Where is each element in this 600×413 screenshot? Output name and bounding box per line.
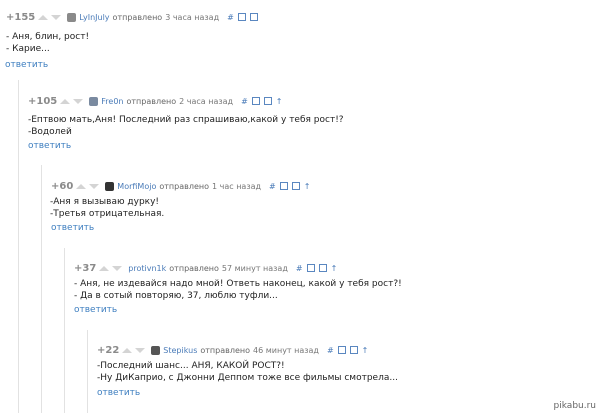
upvote-arrow-icon[interactable] (60, 98, 71, 104)
comment-line: - Карие... (6, 44, 50, 54)
comment-body: -Последний шанс... АНЯ, КАКОЙ РОСТ?! -Ну… (97, 360, 398, 384)
downvote-arrow-icon[interactable] (73, 98, 84, 104)
downvote-arrow-icon[interactable] (135, 347, 146, 353)
comment-body: -Ептвою мать,Аня! Последний раз спрашива… (28, 114, 344, 138)
upvote-arrow-icon[interactable] (76, 183, 87, 189)
comment-1: +155 LyInJuly отправлено 3 часа назад # … (0, 10, 600, 70)
parent-arrow-icon[interactable]: ↑ (304, 182, 311, 191)
comment-time: 57 минут назад (221, 263, 288, 273)
parent-arrow-icon[interactable]: ↑ (331, 264, 338, 273)
sent-label: отправлено (126, 96, 177, 106)
comment-rating: +105 (28, 95, 58, 107)
comment-line: -Последний шанс... АНЯ, КАКОЙ РОСТ?! (97, 361, 285, 371)
save-icon[interactable] (318, 264, 327, 272)
comment-time: 3 часа назад (165, 12, 220, 22)
upvote-arrow-icon[interactable] (38, 14, 49, 20)
comment-rating: +155 (6, 11, 36, 23)
comment-rating: +60 (51, 180, 74, 192)
permalink-hash-icon[interactable]: # (269, 182, 276, 191)
comment-author[interactable]: MorfiMojo (117, 182, 156, 191)
collapse-icon[interactable] (337, 346, 346, 354)
avatar (105, 181, 115, 191)
comment-author[interactable]: Stepikus (163, 346, 197, 355)
comment-line: - Аня, не издевайся надо мной! Ответь на… (74, 279, 402, 289)
collapse-icon[interactable] (237, 13, 246, 21)
comment-5: +22 Stepikus отправлено 46 минут назад #… (87, 330, 600, 413)
sent-label: отправлено (159, 181, 209, 191)
comment-header: +37 protivn1k отправлено 57 минут назад … (74, 261, 341, 275)
collapse-icon[interactable] (306, 264, 315, 272)
reply-link[interactable]: ответить (28, 141, 71, 151)
comment-line: -Ептвою мать,Аня! Последний раз спрашива… (28, 115, 344, 125)
sent-label: отправлено (200, 345, 250, 355)
collapse-icon[interactable] (279, 182, 288, 190)
avatar (89, 96, 99, 106)
comment-header: +60 MorfiMojo отправлено 1 час назад # ↑ (51, 179, 314, 193)
save-icon[interactable] (249, 13, 258, 21)
comment-line: - Да в сотый повторяю, 37, люблю туфли..… (74, 291, 278, 301)
comment-line: -Водолей (28, 127, 72, 137)
avatar (67, 12, 77, 22)
comment-author[interactable]: Fre0n (101, 97, 123, 106)
avatar (151, 345, 161, 355)
permalink-hash-icon[interactable]: # (296, 264, 303, 273)
save-icon[interactable] (349, 346, 358, 354)
comment-header: +22 Stepikus отправлено 46 минут назад #… (97, 343, 372, 357)
comment-line: -Третья отрицательная. (50, 209, 165, 219)
sent-label: отправлено (112, 12, 163, 22)
comment-author[interactable]: protivn1k (128, 264, 166, 273)
permalink-hash-icon[interactable]: # (227, 13, 234, 22)
downvote-arrow-icon[interactable] (112, 265, 123, 271)
downvote-arrow-icon[interactable] (51, 14, 62, 20)
upvote-arrow-icon[interactable] (99, 265, 110, 271)
reply-link[interactable]: ответить (51, 223, 94, 233)
downvote-arrow-icon[interactable] (89, 183, 100, 189)
permalink-hash-icon[interactable]: # (241, 97, 248, 106)
watermark: pikabu.ru (553, 401, 596, 411)
permalink-hash-icon[interactable]: # (327, 346, 334, 355)
comment-time: 1 час назад (211, 181, 262, 191)
comment-body: - Аня, блин, рост! - Карие... (6, 31, 89, 55)
reply-link[interactable]: ответить (5, 60, 48, 70)
parent-arrow-icon[interactable]: ↑ (362, 346, 369, 355)
comment-line: - Аня, блин, рост! (6, 32, 90, 42)
comment-header: +105 Fre0n отправлено 2 часа назад # ↑ (28, 94, 286, 108)
parent-arrow-icon[interactable]: ↑ (276, 97, 283, 106)
comment-body: - Аня, не издевайся надо мной! Ответь на… (74, 278, 402, 302)
sent-label: отправлено (169, 263, 219, 273)
comment-time: 2 часа назад (179, 96, 234, 106)
comment-author[interactable]: LyInJuly (79, 13, 109, 22)
comment-rating: +37 (74, 262, 97, 274)
save-icon[interactable] (291, 182, 300, 190)
comment-rating: +22 (97, 344, 120, 356)
comment-line: -Ну ДиКаприо, с Джонни Деппом тоже все ф… (97, 373, 398, 383)
comment-header: +155 LyInJuly отправлено 3 часа назад # (6, 10, 262, 24)
collapse-icon[interactable] (251, 97, 260, 105)
reply-link[interactable]: ответить (74, 305, 117, 315)
comment-time: 46 минут назад (253, 345, 319, 355)
save-icon[interactable] (263, 97, 272, 105)
comment-line: -Аня я вызываю дурку! (50, 197, 160, 207)
comment-body: -Аня я вызываю дурку! -Третья отрицатель… (50, 196, 164, 220)
reply-link[interactable]: ответить (97, 388, 140, 398)
upvote-arrow-icon[interactable] (122, 347, 133, 353)
